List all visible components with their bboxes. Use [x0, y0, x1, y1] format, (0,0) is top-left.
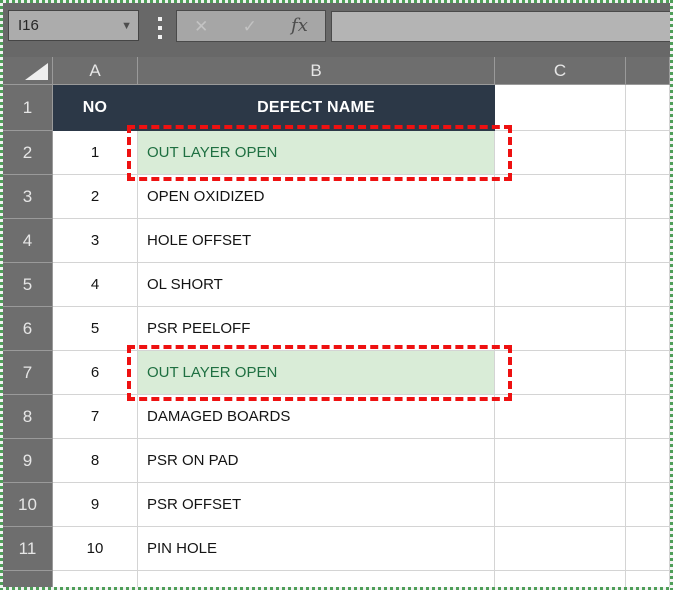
cell-d2[interactable] [626, 131, 670, 175]
cell-a4[interactable]: 3 [53, 219, 138, 263]
row-header-6[interactable]: 6 [3, 307, 53, 351]
cell-d5[interactable] [626, 263, 670, 307]
row-header-7[interactable]: 7 [3, 351, 53, 395]
name-box[interactable]: I16 ▼ [8, 10, 139, 41]
column-header-partial[interactable] [626, 57, 670, 85]
row-header-8[interactable]: 8 [3, 395, 53, 439]
cell-b12-partial[interactable] [138, 571, 495, 587]
column-header-c[interactable]: C [495, 57, 626, 85]
name-box-value: I16 [18, 17, 121, 34]
row-header-11[interactable]: 11 [3, 527, 53, 571]
cell-d10[interactable] [626, 483, 670, 527]
formula-button-group: ✕ ✓ fx [176, 10, 326, 42]
cell-c6[interactable] [495, 307, 626, 351]
cell-b8[interactable]: DAMAGED BOARDS [138, 395, 495, 439]
cell-b7-highlighted[interactable]: OUT LAYER OPEN [138, 351, 495, 395]
enter-icon[interactable]: ✓ [243, 18, 257, 35]
cell-b6[interactable]: PSR PEELOFF [138, 307, 495, 351]
cell-a2[interactable]: 1 [53, 131, 138, 175]
row-header-10[interactable]: 10 [3, 483, 53, 527]
column-header-b[interactable]: B [138, 57, 495, 85]
cell-a3[interactable]: 2 [53, 175, 138, 219]
select-all-button[interactable] [3, 57, 53, 85]
cell-d4[interactable] [626, 219, 670, 263]
cell-c9[interactable] [495, 439, 626, 483]
cell-c4[interactable] [495, 219, 626, 263]
cell-d12-partial[interactable] [626, 571, 670, 587]
formula-bar[interactable] [331, 11, 670, 42]
cell-d6[interactable] [626, 307, 670, 351]
cell-b9[interactable]: PSR ON PAD [138, 439, 495, 483]
cell-b11[interactable]: PIN HOLE [138, 527, 495, 571]
row-header-3[interactable]: 3 [3, 175, 53, 219]
cell-c7[interactable] [495, 351, 626, 395]
select-all-triangle-icon [25, 63, 48, 80]
worksheet-grid: A B C 1 NO DEFECT NAME 2 1 OUT LAYER OPE… [3, 57, 670, 587]
cell-d1[interactable] [626, 85, 670, 131]
cell-c11[interactable] [495, 527, 626, 571]
row-header-5[interactable]: 5 [3, 263, 53, 307]
cell-d11[interactable] [626, 527, 670, 571]
row-header-1[interactable]: 1 [3, 85, 53, 131]
drag-handle-icon[interactable] [156, 17, 163, 39]
cell-a1-no-header[interactable]: NO [53, 85, 138, 131]
cell-text: OUT LAYER OPEN [147, 364, 277, 381]
cell-a12-partial[interactable] [53, 571, 138, 587]
cell-a9[interactable]: 8 [53, 439, 138, 483]
cell-c3[interactable] [495, 175, 626, 219]
cell-b2-highlighted[interactable]: OUT LAYER OPEN [138, 131, 495, 175]
cell-c12-partial[interactable] [495, 571, 626, 587]
cell-c2[interactable] [495, 131, 626, 175]
cell-text: OUT LAYER OPEN [147, 144, 277, 161]
chevron-down-icon[interactable]: ▼ [121, 20, 132, 32]
cell-b1-defect-name-header[interactable]: DEFECT NAME [138, 85, 495, 131]
selection-ants-left [0, 0, 3, 590]
row-header-2[interactable]: 2 [3, 131, 53, 175]
cell-a8[interactable]: 7 [53, 395, 138, 439]
row-header-9[interactable]: 9 [3, 439, 53, 483]
cell-c5[interactable] [495, 263, 626, 307]
row-header-12-partial[interactable] [3, 571, 53, 587]
column-header-a[interactable]: A [53, 57, 138, 85]
cell-a6[interactable]: 5 [53, 307, 138, 351]
cell-c1[interactable] [495, 85, 626, 131]
cell-a5[interactable]: 4 [53, 263, 138, 307]
cell-d7[interactable] [626, 351, 670, 395]
cell-d9[interactable] [626, 439, 670, 483]
insert-function-icon[interactable]: fx [291, 17, 308, 35]
cell-b4[interactable]: HOLE OFFSET [138, 219, 495, 263]
row-header-4[interactable]: 4 [3, 219, 53, 263]
cell-b5[interactable]: OL SHORT [138, 263, 495, 307]
cell-d8[interactable] [626, 395, 670, 439]
cell-c10[interactable] [495, 483, 626, 527]
cell-b3[interactable]: OPEN OXIDIZED [138, 175, 495, 219]
cell-b10[interactable]: PSR OFFSET [138, 483, 495, 527]
cell-a7[interactable]: 6 [53, 351, 138, 395]
cell-a11[interactable]: 10 [53, 527, 138, 571]
selection-ants-top [0, 0, 673, 3]
cell-c8[interactable] [495, 395, 626, 439]
cancel-icon[interactable]: ✕ [194, 18, 208, 35]
cell-d3[interactable] [626, 175, 670, 219]
spreadsheet-window: I16 ▼ ✕ ✓ fx A B C 1 NO DEFECT NAME 2 1 … [0, 0, 673, 590]
cell-a10[interactable]: 9 [53, 483, 138, 527]
